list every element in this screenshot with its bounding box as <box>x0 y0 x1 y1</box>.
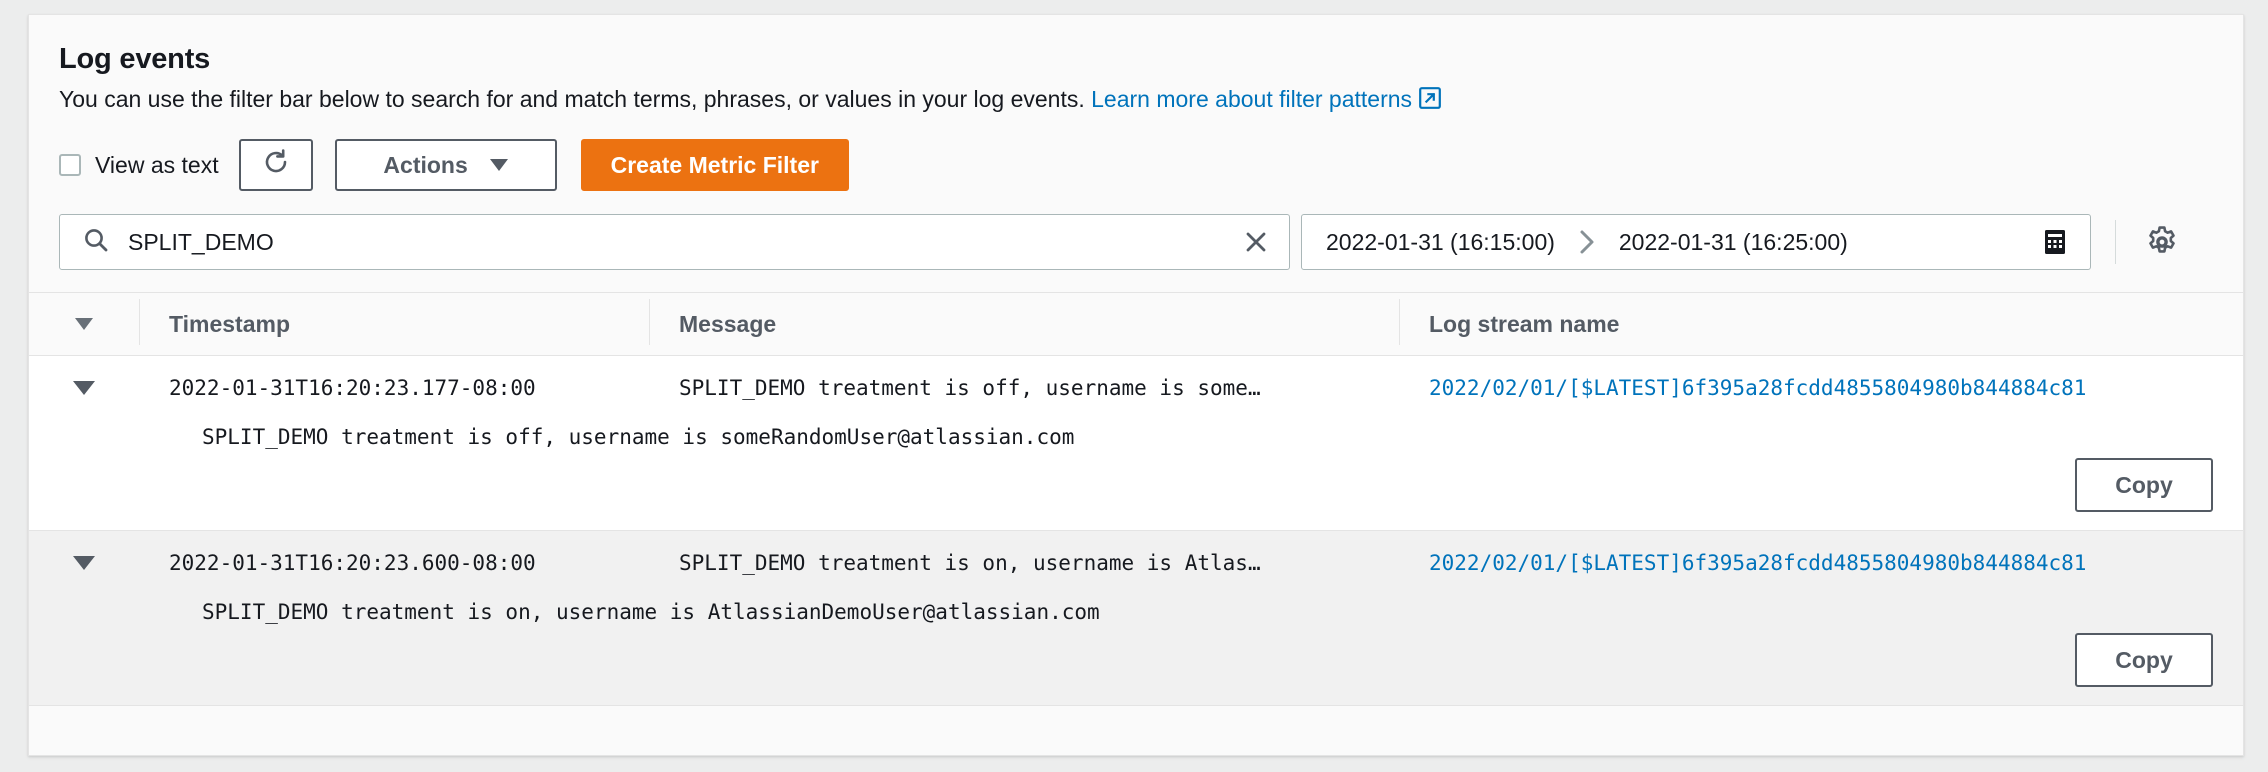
row-log-stream: 2022/02/01/[$LATEST]6f395a28fcdd48558049… <box>1399 376 2243 400</box>
date-range-field[interactable]: 2022-01-31 (16:15:00) 2022-01-31 (16:25:… <box>1301 214 2091 271</box>
settings-gear-icon[interactable] <box>2142 222 2182 262</box>
panel-description-text: You can use the filter bar below to sear… <box>59 86 1085 113</box>
refresh-button[interactable] <box>238 139 313 192</box>
copy-button[interactable]: Copy <box>2075 458 2213 513</box>
row-copy-area: Copy <box>29 454 2243 526</box>
panel-header: Log events You can use the filter bar be… <box>29 15 2243 117</box>
search-icon <box>82 226 110 259</box>
row-timestamp: 2022-01-31T16:20:23.177-08:00 <box>169 376 536 401</box>
view-as-text-control[interactable]: View as text <box>59 152 219 179</box>
toolbar-divider <box>2115 220 2116 265</box>
caret-down-icon[interactable] <box>73 556 95 571</box>
create-metric-filter-button[interactable]: Create Metric Filter <box>580 139 849 192</box>
page-title: Log events <box>59 43 211 75</box>
column-header-log-stream-name[interactable]: Log stream name <box>1399 298 2243 345</box>
chevron-down-icon <box>489 159 508 172</box>
date-range-start[interactable]: 2022-01-31 (16:15:00) <box>1326 229 1555 256</box>
view-as-text-checkbox[interactable] <box>59 154 81 177</box>
table-header-row: Timestamp Message Log stream name <box>29 292 2243 357</box>
date-range-end[interactable]: 2022-01-31 (16:25:00) <box>1619 229 1848 256</box>
row-message: SPLIT_DEMO treatment is off, username is… <box>679 376 1261 401</box>
view-as-text-label: View as text <box>95 151 219 178</box>
log-stream-link[interactable]: 2022/02/01/[$LATEST]6f395a28fcdd48558049… <box>1429 376 2086 400</box>
log-events-panel: Log events You can use the filter bar be… <box>28 14 2244 756</box>
row-message: SPLIT_DEMO treatment is on, username is … <box>679 551 1261 576</box>
learn-more-link[interactable]: Learn more about filter patterns <box>1091 86 1412 112</box>
row-copy-area: Copy <box>29 629 2243 701</box>
log-stream-link[interactable]: 2022/02/01/[$LATEST]6f395a28fcdd48558049… <box>1429 551 2086 575</box>
actions-dropdown-button[interactable]: Actions <box>334 139 557 192</box>
search-input[interactable]: SPLIT_DEMO <box>128 229 1241 256</box>
column-header-timestamp[interactable]: Timestamp <box>139 298 649 345</box>
filter-row: SPLIT_DEMO 2022-01-31 (16:15:00) 2022-01… <box>59 214 2213 271</box>
row-detail-text: SPLIT_DEMO treatment is on, username is … <box>202 600 1100 625</box>
toolbar: View as text Actions Create Metric Filte… <box>59 139 2213 192</box>
table-row: 2022-01-31T16:20:23.177-08:00 SPLIT_DEMO… <box>29 356 2243 532</box>
row-detail-text: SPLIT_DEMO treatment is off, username is… <box>202 425 1075 450</box>
panel-description: You can use the filter bar below to sear… <box>59 85 2213 117</box>
row-expand-toggle[interactable] <box>29 381 139 396</box>
row-log-stream: 2022/02/01/[$LATEST]6f395a28fcdd48558049… <box>1399 551 2243 575</box>
calendar-icon[interactable] <box>2042 228 2068 256</box>
caret-down-icon[interactable] <box>75 318 93 331</box>
expand-all-column-header[interactable] <box>29 318 139 331</box>
table-row: 2022-01-31T16:20:23.600-08:00 SPLIT_DEMO… <box>29 531 2243 707</box>
actions-label: Actions <box>383 151 468 178</box>
table-row-main: 2022-01-31T16:20:23.600-08:00 SPLIT_DEMO… <box>29 531 2243 595</box>
chevron-right-icon <box>1577 229 1597 255</box>
caret-down-icon[interactable] <box>73 381 95 396</box>
log-events-table: Timestamp Message Log stream name 2022-0… <box>29 292 2243 707</box>
copy-button[interactable]: Copy <box>2075 633 2213 688</box>
external-link-icon <box>1419 87 1441 117</box>
column-header-message[interactable]: Message <box>649 298 1399 345</box>
table-row-main: 2022-01-31T16:20:23.177-08:00 SPLIT_DEMO… <box>29 356 2243 420</box>
search-field[interactable]: SPLIT_DEMO <box>59 214 1290 271</box>
clear-search-icon[interactable] <box>1241 227 1271 257</box>
refresh-icon <box>261 147 291 183</box>
row-expand-toggle[interactable] <box>29 556 139 571</box>
row-timestamp: 2022-01-31T16:20:23.600-08:00 <box>169 551 536 576</box>
